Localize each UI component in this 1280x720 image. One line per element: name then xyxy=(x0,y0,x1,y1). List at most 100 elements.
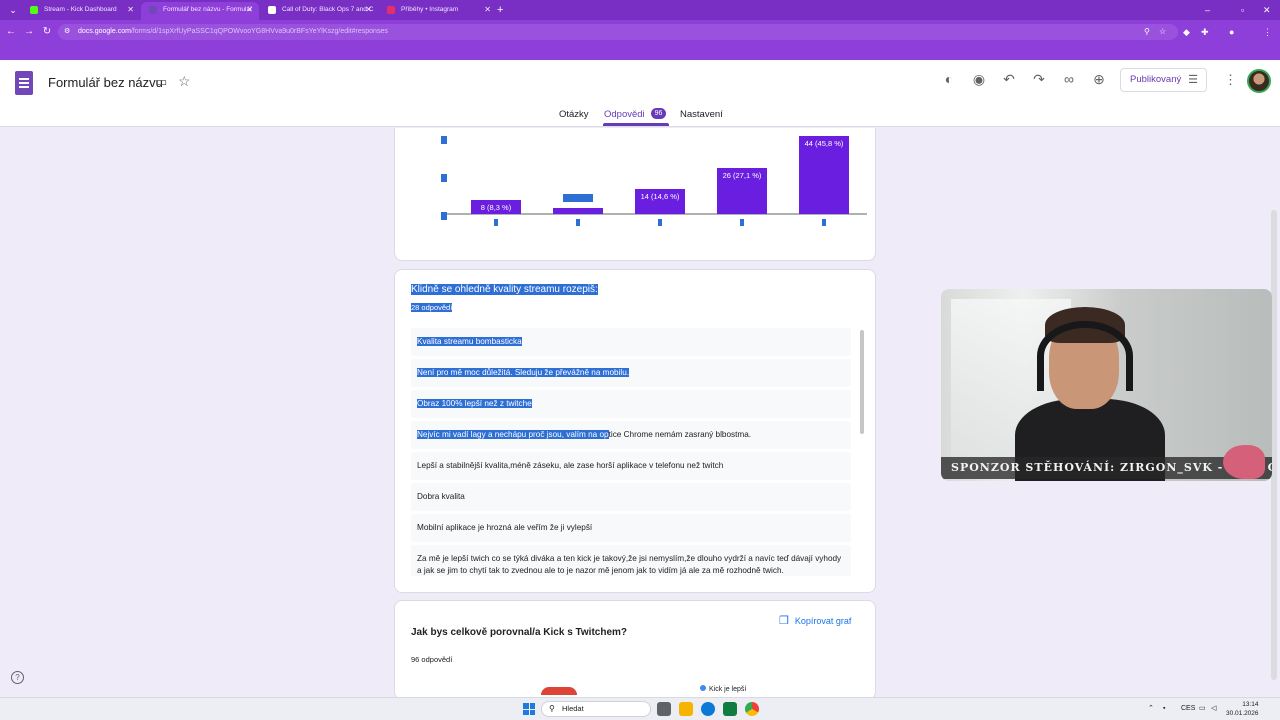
browser-tab[interactable]: Stream - Kick Dashboard ✕ xyxy=(22,2,140,20)
reload-icon[interactable]: ↻ xyxy=(40,25,54,39)
windows-start-icon[interactable] xyxy=(523,703,535,715)
browser-menu-icon[interactable]: ⋮ xyxy=(1263,25,1272,39)
published-button[interactable]: Publikovaný ☰ xyxy=(1120,68,1207,92)
response-text: tice Chrome nemám zasraný blbostma. xyxy=(608,430,752,439)
webcam-overlay: SPONZOR STĚHOVÁNÍ: ZIRGON_SVK - 1000 CZK xyxy=(941,289,1272,481)
bar xyxy=(553,208,603,214)
x-tick-label xyxy=(740,219,744,226)
data-label xyxy=(563,194,593,202)
profile-icon[interactable]: ● xyxy=(1229,25,1234,39)
stream-quality-question-card: Klidně se ohledně kvality streamu rozepi… xyxy=(394,269,876,593)
tab-favicon xyxy=(30,6,38,14)
minimize-icon[interactable]: – xyxy=(1205,2,1210,18)
address-bar[interactable]: ⚙ docs.google.com/forms/d/1spXrfUyPaSSC1… xyxy=(58,24,1178,40)
more-options-icon[interactable]: ⋮ xyxy=(1224,72,1237,88)
question-title: Klidně se ohledně kvality streamu rozepi… xyxy=(411,284,598,295)
file-explorer-icon[interactable] xyxy=(679,702,693,716)
forms-header: Formulář bez názvu ▭ ☆ ◐ ◉ ↶ ↷ ∞ ⊕ Publi… xyxy=(0,60,1280,127)
list-item: Obraz 100% lepší než z twitche xyxy=(411,390,851,418)
task-view-icon[interactable] xyxy=(657,702,671,716)
browser-toolbar: ← → ↻ ⚙ docs.google.com/forms/d/1spXrfUy… xyxy=(0,20,1280,60)
forward-icon[interactable]: → xyxy=(22,25,36,39)
link-icon[interactable]: ∞ xyxy=(1060,71,1078,87)
bookmark-star-icon[interactable]: ☆ xyxy=(1159,24,1166,40)
response-text: Mobilní aplikace je hrozná ale veřím že … xyxy=(417,523,593,532)
tab-search-icon[interactable]: ⌄ xyxy=(6,3,20,17)
data-label: 8 (8,3 %) xyxy=(481,203,512,212)
help-icon[interactable]: ? xyxy=(11,671,24,684)
xbox-app-icon[interactable] xyxy=(723,702,737,716)
clock[interactable]: 13:14 30.01.2026 xyxy=(1226,700,1259,718)
list-item: Mobilní aplikace je hrozná ale veřím že … xyxy=(411,514,851,542)
tray-app-icon[interactable]: ▪ xyxy=(1163,702,1165,716)
rating-chart-card: 8 (8,3 %) 14 (14,6 %) 26 (27,1 %) 44 (45,8 … xyxy=(394,128,876,261)
list-item: Lepší a stabilnější kvalita,méně záseku,… xyxy=(411,452,851,480)
response-text-selected: Nejvíc mi vadí lagy a nechápu proč jsou,… xyxy=(417,430,609,439)
x-tick-label xyxy=(576,219,580,226)
responses-count-badge: 96 xyxy=(651,108,666,119)
tab-title: Formulář bez názvu - Formulář xyxy=(163,6,253,13)
back-icon[interactable]: ← xyxy=(4,25,18,39)
close-tab-icon[interactable]: ✕ xyxy=(246,2,253,18)
language-indicator[interactable]: CES xyxy=(1181,702,1195,716)
chrome-icon[interactable] xyxy=(745,702,759,716)
add-collaborator-icon[interactable]: ⊕ xyxy=(1090,71,1108,88)
kick-vs-twitch-question-card: Jak bys celkově porovnal/a Kick s Twitch… xyxy=(394,600,876,700)
extensions-puzzle-icon[interactable]: ✚ xyxy=(1201,25,1209,39)
undo-icon[interactable]: ↶ xyxy=(1000,71,1018,88)
tab-favicon xyxy=(149,6,157,14)
windows-taskbar: ⚲ Hledat ⌃ ▪ CES ▭ ◁ 13:14 30.01.2026 xyxy=(0,697,1280,720)
data-label: 26 (27,1 %) xyxy=(723,171,762,180)
tab-favicon xyxy=(387,6,395,14)
search-icon: ⚲ xyxy=(549,704,555,713)
question-title-3: Jak bys celkově porovnal/a Kick s Twitch… xyxy=(411,627,628,638)
list-item: Není pro mě moc důležitá. Sleduju že pře… xyxy=(411,359,851,387)
close-window-icon[interactable]: ✕ xyxy=(1263,2,1271,18)
x-tick-label xyxy=(822,219,826,226)
browser-tab[interactable]: Call of Duty: Black Ops 7 and C ✕ xyxy=(260,2,378,20)
url-text: docs.google.com/forms/d/1spXrfUyPaSSC1qQ… xyxy=(78,28,388,35)
volume-icon[interactable]: ◁ xyxy=(1211,702,1216,716)
close-tab-icon[interactable]: ✕ xyxy=(127,2,134,18)
tab-favicon xyxy=(268,6,276,14)
y-tick-label xyxy=(441,136,447,144)
tab-responses[interactable]: Odpovědi xyxy=(604,109,645,120)
zoom-icon[interactable]: ⚲ xyxy=(1144,24,1150,40)
close-tab-icon[interactable]: ✕ xyxy=(365,2,372,18)
response-count-3: 96 odpovědí xyxy=(411,655,453,664)
preview-eye-icon[interactable]: ◉ xyxy=(970,71,988,88)
extension-icon[interactable]: ◆ xyxy=(1183,25,1190,39)
close-tab-icon[interactable]: ✕ xyxy=(484,2,491,18)
maximize-icon[interactable]: ▫ xyxy=(1241,2,1244,18)
browser-tab[interactable]: Formulář bez názvu - Formulář ✕ xyxy=(141,2,259,20)
browser-tab[interactable]: Příběhy • Instagram ✕ xyxy=(379,2,497,20)
data-label: 44 (45,8 %) xyxy=(805,139,844,148)
responses-scrollbar[interactable] xyxy=(860,330,864,434)
tab-questions[interactable]: Otázky xyxy=(559,109,589,120)
network-icon[interactable]: ▭ xyxy=(1199,702,1206,716)
text-responses-list[interactable]: Kvalita streamu bombasticka Není pro mě m… xyxy=(411,328,851,576)
folder-icon[interactable]: ▭ xyxy=(155,74,171,90)
tab-settings[interactable]: Nastavení xyxy=(680,109,723,120)
tab-title: Příběhy • Instagram xyxy=(401,6,459,13)
form-title[interactable]: Formulář bez názvu xyxy=(48,75,163,90)
palette-icon[interactable]: ◐ xyxy=(940,71,958,87)
star-icon[interactable]: ☆ xyxy=(178,73,191,90)
avatar[interactable] xyxy=(1247,69,1271,93)
new-tab-button[interactable]: + xyxy=(497,2,503,18)
copy-chart-button[interactable]: ❐ Kopírovat graf xyxy=(779,614,851,627)
list-item: Kvalita streamu bombasticka xyxy=(411,328,851,356)
response-text: Lepší a stabilnější kvalita,méně záseku,… xyxy=(417,461,724,470)
site-info-icon[interactable]: ⚙ xyxy=(64,28,72,36)
copy-icon: ❐ xyxy=(779,615,789,627)
response-text: Dobra kvalita xyxy=(417,492,465,501)
bar-chart: 8 (8,3 %) 14 (14,6 %) 26 (27,1 %) 44 (45,8 … xyxy=(441,136,867,226)
response-text: Za mě je lepší twich co se týká diváka a… xyxy=(417,554,842,575)
google-forms-logo[interactable] xyxy=(15,71,33,95)
edge-icon[interactable] xyxy=(701,702,715,716)
taskbar-search[interactable]: ⚲ Hledat xyxy=(541,701,651,717)
active-tab-indicator xyxy=(603,123,669,126)
response-count: 28 odpovědí xyxy=(411,303,453,312)
tray-overflow-icon[interactable]: ⌃ xyxy=(1148,702,1154,716)
redo-icon[interactable]: ↷ xyxy=(1030,71,1048,88)
